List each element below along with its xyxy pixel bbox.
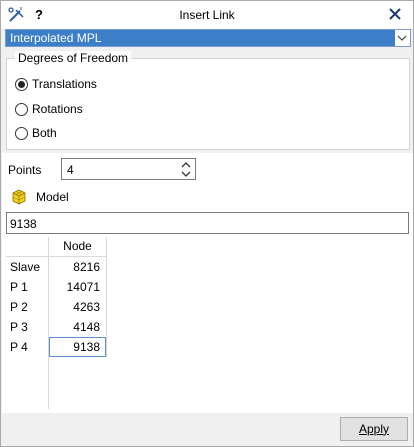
radio-label: Translations <box>32 77 97 91</box>
grid-divider <box>106 237 107 357</box>
radio-label: Both <box>32 126 57 140</box>
table-cell-node-selected[interactable]: 9138 <box>49 337 106 357</box>
apply-label: Apply <box>358 422 390 436</box>
table-cell-node[interactable]: 4148 <box>49 317 106 337</box>
radio-label: Rotations <box>32 102 83 116</box>
window-title: Insert Link <box>179 8 235 22</box>
radio-translations[interactable]: Translations <box>15 75 97 93</box>
insert-link-dialog: ? Insert Link Interpolated MPL Degrees o… <box>0 0 414 447</box>
degrees-of-freedom-group: Degrees of Freedom Translations Rotation… <box>6 51 410 150</box>
table-cell-node[interactable]: 4263 <box>49 297 106 317</box>
radio-rotations[interactable]: Rotations <box>15 100 83 118</box>
entity-id-input[interactable]: 9138 <box>6 212 409 234</box>
cube-icon[interactable] <box>10 187 28 205</box>
title-bar: ? Insert Link <box>1 1 413 29</box>
link-type-select[interactable]: Interpolated MPL <box>5 29 411 47</box>
points-value[interactable]: 4 <box>67 163 74 177</box>
model-label: Model <box>36 190 69 204</box>
row-header[interactable]: Slave <box>10 257 40 277</box>
table-cell-node[interactable]: 14071 <box>49 277 106 297</box>
entity-id-value[interactable]: 9138 <box>10 217 37 231</box>
spin-down-icon[interactable] <box>181 170 191 178</box>
table-cell-node[interactable]: 8216 <box>49 257 106 277</box>
node-table: Node Slave 8216 P 1 14071 P 2 4263 P 3 4… <box>6 237 409 409</box>
row-header[interactable]: P 1 <box>10 277 28 297</box>
row-header[interactable]: P 4 <box>10 337 28 357</box>
apply-button[interactable]: Apply <box>340 417 408 441</box>
group-title: Degrees of Freedom <box>15 51 132 65</box>
row-header[interactable]: P 3 <box>10 317 28 337</box>
close-icon[interactable] <box>385 4 405 24</box>
link-type-selected-value: Interpolated MPL <box>6 30 395 46</box>
spin-up-icon[interactable] <box>181 161 191 169</box>
radio-button[interactable] <box>15 102 28 116</box>
column-header-node[interactable]: Node <box>49 237 106 256</box>
points-spinbox[interactable]: 4 <box>61 158 196 180</box>
radio-button[interactable] <box>15 126 28 140</box>
chevron-down-icon[interactable] <box>396 32 408 44</box>
points-label: Points <box>8 163 42 177</box>
radio-both[interactable]: Both <box>15 124 57 142</box>
row-header[interactable]: P 2 <box>10 297 28 317</box>
radio-button-checked[interactable] <box>15 77 28 91</box>
